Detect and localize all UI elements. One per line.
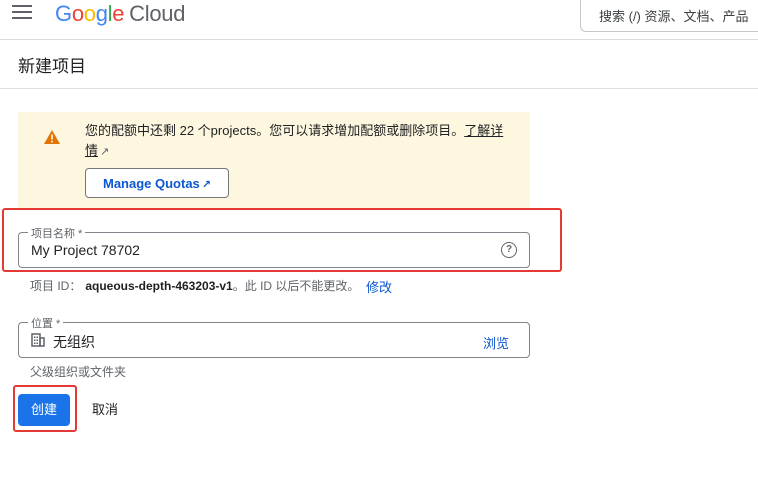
- cancel-button[interactable]: 取消: [82, 394, 128, 426]
- location-value: 无组织: [53, 334, 95, 350]
- external-link-icon: ↗: [201, 179, 211, 191]
- highlight-create-button: [13, 385, 77, 432]
- page-title: 新建项目: [18, 57, 86, 76]
- location-label: 位置 *: [28, 315, 64, 331]
- warning-icon: [44, 130, 60, 144]
- external-link-icon: ↗: [100, 146, 110, 158]
- divider: [0, 88, 758, 89]
- search-placeholder: 搜索 (/) 资源、文档、产品: [599, 9, 749, 24]
- quota-warning-banner: 您的配额中还剩 22 个projects。您可以请求增加配额或删除项目。了解详情…: [18, 112, 530, 208]
- hamburger-menu-icon[interactable]: [12, 5, 32, 21]
- project-id-info: 项目 ID： aqueous-depth-463203-v1。此 ID 以后不能更…: [30, 279, 360, 293]
- google-cloud-logo[interactable]: Google Cloud: [55, 1, 185, 27]
- manage-quotas-button[interactable]: Manage Quotas ↗: [85, 168, 229, 198]
- highlight-project-name: [2, 208, 562, 272]
- edit-project-id-link[interactable]: 修改: [366, 277, 392, 296]
- location-field[interactable]: 位置 * 无组织 浏览: [18, 315, 530, 358]
- location-hint: 父级组织或文件夹: [30, 365, 127, 379]
- top-app-bar: Google Cloud 搜索 (/) 资源、文档、产品: [0, 0, 758, 40]
- building-icon: [31, 333, 45, 347]
- search-input[interactable]: 搜索 (/) 资源、文档、产品: [580, 0, 758, 32]
- quota-message: 您的配额中还剩 22 个projects。您可以请求增加配额或删除项目。了解详情…: [85, 123, 504, 158]
- browse-button[interactable]: 浏览: [483, 333, 509, 352]
